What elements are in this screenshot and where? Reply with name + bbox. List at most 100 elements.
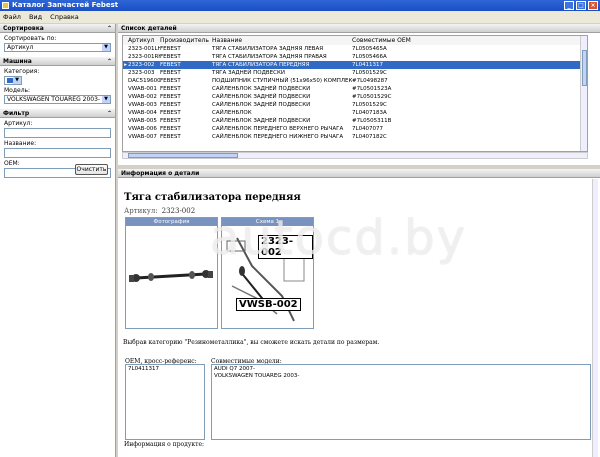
close-icon[interactable]: × <box>588 1 598 10</box>
table-row[interactable]: VWAB-001 FEBEST САЙЛЕНБЛОК ЗАДНЕЙ ПОДВЕСКИ… <box>123 85 587 93</box>
scheme-callout-2323-002: 2323-002 <box>258 235 313 259</box>
sort-by-select[interactable]: Артикул ▼ <box>4 43 111 52</box>
name-input[interactable] <box>4 148 111 158</box>
article-input[interactable] <box>4 128 111 138</box>
table-row[interactable]: 2323-003 FEBEST ТЯГА ЗАДНЕЙ ПОДВЕСКИ 7L0501… <box>123 69 587 77</box>
sort-section-header[interactable]: Сортировка ⌃ <box>0 24 115 33</box>
table-cell: VWAB-006 <box>128 126 157 132</box>
table-cell: 7L0505466A <box>352 54 387 60</box>
table-cell: 7L0411317 <box>352 62 384 68</box>
table-cell: САЙЛЕНБЛОК ПЕРЕДНЕГО НИЖНЕГО РЫЧАГА <box>212 134 344 140</box>
left-panel: Сортировка ⌃ Сортировать по: Артикул ▼ М… <box>0 24 116 457</box>
table-cell: DAC51960010 <box>128 78 160 84</box>
model-value: VOLKSWAGEN TOUAREG 2003- <box>7 96 101 103</box>
compat-models-list[interactable]: AUDI Q7 2007- VOLKSWAGEN TOUAREG 2003- <box>211 364 591 440</box>
table-cell: 2323-001RH <box>128 54 160 60</box>
table-row[interactable]: ▸ 2323-002 FEBEST ТЯГА СТАБИЛИЗАТОРА ПЕРЕДН… <box>123 61 587 69</box>
right-panel: Список деталей Артикул Производитель Наз… <box>118 24 600 457</box>
minimize-icon[interactable]: _ <box>564 1 574 10</box>
sort-header-label: Сортировка <box>3 25 44 32</box>
table-row[interactable]: VWAB-004 FEBEST САЙЛЕНБЛОК 7L0407183A <box>123 109 587 117</box>
table-row[interactable]: 2323-001LH FEBEST ТЯГА СТАБИЛИЗАТОРА ЗАДНЯ… <box>123 45 587 53</box>
table-row[interactable]: VWAB-006 FEBEST САЙЛЕНБЛОК ПЕРЕДНЕГО ВЕРХН… <box>123 125 587 133</box>
chevron-down-icon[interactable]: ▼ <box>102 44 110 51</box>
article-caption: Артикул: <box>124 207 158 215</box>
table-cell: FEBEST <box>160 94 181 100</box>
table-cell: VWAB-005 <box>128 118 157 124</box>
table-cell: VWAB-007 <box>128 134 157 140</box>
table-body: 2323-001LH FEBEST ТЯГА СТАБИЛИЗАТОРА ЗАДНЯ… <box>123 45 587 141</box>
machine-section: Категория: ▼ Модель: VOLKSWAGEN TOUAREG … <box>0 66 115 109</box>
table-cell: VWAB-003 <box>128 102 157 108</box>
column-header-oem[interactable]: Совместимые OEM <box>352 36 452 45</box>
photo-panel-header: Фотография <box>126 218 217 226</box>
table-cell: FEBEST <box>160 126 181 132</box>
table-row[interactable]: VWAB-002 FEBEST САЙЛЕНБЛОК ЗАДНЕЙ ПОДВЕСКИ… <box>123 93 587 101</box>
chevron-up-icon[interactable]: ⌃ <box>107 57 112 66</box>
table-cell: FEBEST <box>160 54 181 60</box>
list-item[interactable]: 7L0411317 <box>128 366 202 372</box>
table-cell: FEBEST <box>160 62 181 68</box>
chevron-down-icon[interactable]: ▼ <box>102 96 110 103</box>
table-cell: ТЯГА СТАБИЛИЗАТОРА ПЕРЕДНЯЯ <box>212 62 310 68</box>
machine-section-header[interactable]: Машина ⌃ <box>0 57 115 66</box>
table-row[interactable]: 2323-001RH FEBEST ТЯГА СТАБИЛИЗАТОРА ЗАДНЯ… <box>123 53 587 61</box>
window-title: Каталог Запчастей Febest <box>12 1 119 9</box>
list-item[interactable]: VOLKSWAGEN TOUAREG 2003- <box>214 373 588 380</box>
category-select[interactable]: ▼ <box>4 76 22 85</box>
table-header: Артикул Производитель Название Совместим… <box>123 36 587 45</box>
table-cell: 7L0407077 <box>352 126 384 132</box>
machine-header-label: Машина <box>3 58 32 65</box>
table-cell: #7L0501523A <box>352 86 392 92</box>
table-cell: 2323-003 <box>128 70 155 76</box>
chevron-down-icon[interactable]: ▼ <box>13 77 21 84</box>
clear-button[interactable]: Очистить <box>75 164 108 175</box>
window-controls: _ □ × <box>564 1 598 10</box>
column-header-maker[interactable]: Производитель <box>160 36 212 45</box>
menu-file[interactable]: Файл <box>3 11 21 23</box>
table-row[interactable]: VWAB-003 FEBEST САЙЛЕНБЛОК ЗАДНЕЙ ПОДВЕСКИ… <box>123 101 587 109</box>
table-row[interactable]: DAC51960010FEBEST ПОДШИПНИК СТУПИЧНЫЙ (51… <box>123 77 587 85</box>
table-cell: ПОДШИПНИК СТУПИЧНЫЙ (51x96x50) КОМПЛЕКТ <box>212 78 352 84</box>
scheme-panel-header: Схема 1 <box>222 218 313 226</box>
table-cell: САЙЛЕНБЛОК ЗАДНЕЙ ПОДВЕСКИ <box>212 86 311 92</box>
sort-section: Сортировать по: Артикул ▼ <box>0 33 115 57</box>
filter-section-header[interactable]: Фильтр ⌃ <box>0 109 115 118</box>
table-cell: VWAB-004 <box>128 110 157 116</box>
photo-panel: Фотография <box>125 217 218 329</box>
parts-list-title: Список деталей <box>121 25 177 32</box>
menu-help[interactable]: Справка <box>50 11 79 23</box>
vertical-scrollbar[interactable] <box>580 36 587 151</box>
sort-by-value: Артикул <box>7 44 34 51</box>
table-cell: САЙЛЕНБЛОК ЗАДНЕЙ ПОДВЕСКИ <box>212 102 311 108</box>
scroll-thumb[interactable] <box>582 50 587 86</box>
chevron-up-icon[interactable]: ⌃ <box>107 109 112 118</box>
table-cell: САЙЛЕНБЛОК ЗАДНЕЙ ПОДВЕСКИ <box>212 94 311 100</box>
table-cell: FEBEST <box>160 110 181 116</box>
table-row[interactable]: VWAB-005 FEBEST САЙЛЕНБЛОК ЗАДНЕЙ ПОДВЕСКИ… <box>123 117 587 125</box>
scheme-panel: Схема 1 2323-002 VWSB-002 <box>221 217 314 329</box>
table-cell: FEBEST <box>160 102 181 108</box>
model-label: Модель: <box>4 87 31 94</box>
chevron-up-icon[interactable]: ⌃ <box>107 24 112 33</box>
column-header-article[interactable]: Артикул <box>128 36 160 45</box>
filter-header-label: Фильтр <box>3 110 30 117</box>
table-cell: FEBEST <box>160 46 181 52</box>
maximize-icon[interactable]: □ <box>576 1 586 10</box>
sort-by-label: Сортировать по: <box>4 35 57 42</box>
table-cell: VWAB-001 <box>128 86 157 92</box>
model-select[interactable]: VOLKSWAGEN TOUAREG 2003- ▼ <box>4 95 111 104</box>
table-cell: ТЯГА СТАБИЛИЗАТОРА ЗАДНЯЯ ПРАВАЯ <box>212 54 327 60</box>
details-header: Информация о детали <box>118 169 600 178</box>
oem-cross-list[interactable]: 7L0411317 <box>125 364 205 440</box>
menu-view[interactable]: Вид <box>29 11 42 23</box>
app-icon <box>2 2 9 9</box>
table-cell: #7L0505311B <box>352 118 392 124</box>
table-cell: 7L0505465A <box>352 46 387 52</box>
table-row[interactable]: VWAB-007 FEBEST САЙЛЕНБЛОК ПЕРЕДНЕГО НИЖНЕ… <box>123 133 587 141</box>
horizontal-scrollbar[interactable] <box>122 152 588 159</box>
column-header-name[interactable]: Название <box>212 36 352 45</box>
scroll-thumb[interactable] <box>128 153 238 158</box>
vertical-scrollbar[interactable] <box>592 179 598 457</box>
stabilizer-link-photo[interactable] <box>126 226 217 328</box>
